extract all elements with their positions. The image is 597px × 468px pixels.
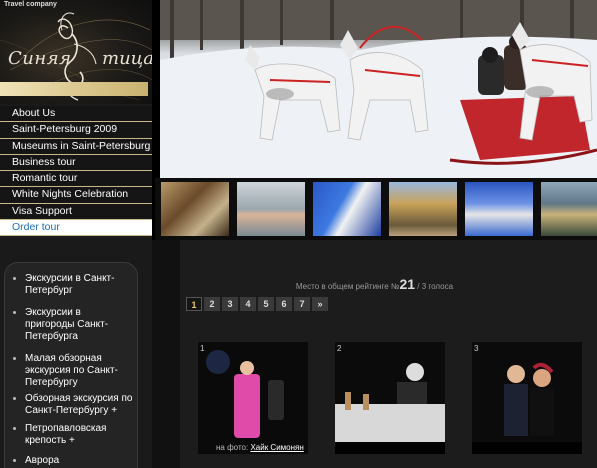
photo-card-2[interactable]: 2 — [335, 342, 445, 454]
menu-item-about-us[interactable]: About Us — [0, 106, 152, 123]
side-link[interactable]: Аврора — [13, 455, 133, 467]
side-links-panel: Экскурсии в Санкт-Петербург Экскурсии в п… — [4, 262, 138, 468]
side-link-label: Петропавловская крепость + — [25, 423, 107, 446]
thumb-ice-swim[interactable] — [237, 182, 305, 236]
rating-number: 21 — [399, 276, 416, 292]
photo-caption: на фото: Хайк Симонян — [216, 443, 304, 452]
menu-item-museums-in-saint-petersburg[interactable]: Museums in Saint-Petersburg — [0, 138, 152, 155]
troika-illustration — [160, 0, 597, 178]
page-button[interactable]: 1 — [186, 297, 202, 311]
side-link-label: Малая обзорная экскурсия по Санкт-Петерб… — [25, 353, 118, 388]
gold-divider — [0, 82, 148, 96]
photo-card-3[interactable]: 3 — [472, 342, 582, 454]
page-button[interactable]: 5 — [258, 297, 274, 311]
page-button[interactable]: 6 — [276, 297, 292, 311]
side-link-label: Обзорная экскурсия по Санкт-Петербургу + — [25, 393, 133, 416]
menu-item-romantic-tour[interactable]: Romantic tour — [0, 171, 152, 188]
left-column: Travel company Синяя тица About Us Saint-… — [0, 0, 152, 468]
thumb-bells[interactable] — [465, 182, 533, 236]
menu-item-saint-petersburg-2009[interactable]: Saint-Petersburg 2009 — [0, 122, 152, 139]
photo-1-image — [198, 342, 308, 454]
side-link[interactable]: Экскурсии в Санкт-Петербург — [13, 273, 133, 297]
bullet-icon — [13, 311, 16, 314]
menu-item-white-nights-celebration[interactable]: White Nights Celebration — [0, 187, 152, 204]
side-link[interactable]: Обзорная экскурсия по Санкт-Петербургу + — [13, 393, 133, 417]
page-button[interactable]: 7 — [294, 297, 310, 311]
rating-suffix: / 3 голоса — [417, 282, 454, 291]
photo-3-image — [472, 342, 582, 442]
thumb-cathedral[interactable] — [389, 182, 457, 236]
bullet-icon — [13, 277, 16, 280]
main-menu: About Us Saint-Petersburg 2009 Museums in … — [0, 106, 152, 237]
hero-troika-photo — [160, 0, 597, 178]
logo-word-1: Синяя — [8, 48, 72, 69]
side-link[interactable]: Малая обзорная экскурсия по Санкт-Петерб… — [13, 353, 133, 389]
bullet-icon — [13, 427, 16, 430]
page-button[interactable]: 4 — [240, 297, 256, 311]
side-link-label: Экскурсии в Санкт-Петербург — [25, 273, 115, 296]
bullet-icon — [13, 357, 16, 360]
brand-tagline: Travel company — [4, 1, 57, 8]
photo-number: 1 — [200, 344, 205, 353]
photo-card-1[interactable]: 1 — [198, 342, 308, 454]
caption-prefix: на фото: — [216, 443, 249, 452]
next-page-button[interactable]: » — [312, 297, 328, 311]
menu-item-visa-support[interactable]: Visa Support — [0, 203, 152, 221]
side-link[interactable]: Экскурсии в пригороды Санкт-Петербурга — [13, 307, 133, 343]
caption-name-link[interactable]: Хайк Симонян — [250, 443, 303, 452]
side-link[interactable]: Петропавловская крепость + — [13, 423, 133, 447]
logo-word-2: тица — [102, 48, 152, 69]
rating-line: Место в общем рейтинге №21 / 3 голоса — [152, 276, 597, 292]
side-link-label: Экскурсии в пригороды Санкт-Петербурга — [25, 307, 109, 342]
page-button[interactable]: 2 — [204, 297, 220, 311]
menu-item-business-tour[interactable]: Business tour — [0, 154, 152, 172]
rating-prefix: Место в общем рейтинге № — [295, 282, 400, 291]
thumb-food[interactable] — [161, 182, 229, 236]
photo-2-image — [335, 342, 445, 442]
page-button[interactable]: 3 — [222, 297, 238, 311]
thumb-judo[interactable] — [313, 182, 381, 236]
bullet-icon — [13, 459, 16, 462]
thumbnail-strip — [155, 178, 597, 240]
bullet-icon — [13, 397, 16, 400]
photo-number: 2 — [337, 344, 342, 353]
side-link-label: Аврора — [25, 455, 60, 466]
menu-item-order-tour[interactable]: Order tour — [0, 220, 152, 237]
photo-number: 3 — [474, 344, 479, 353]
thumb-fountains[interactable] — [541, 182, 597, 236]
